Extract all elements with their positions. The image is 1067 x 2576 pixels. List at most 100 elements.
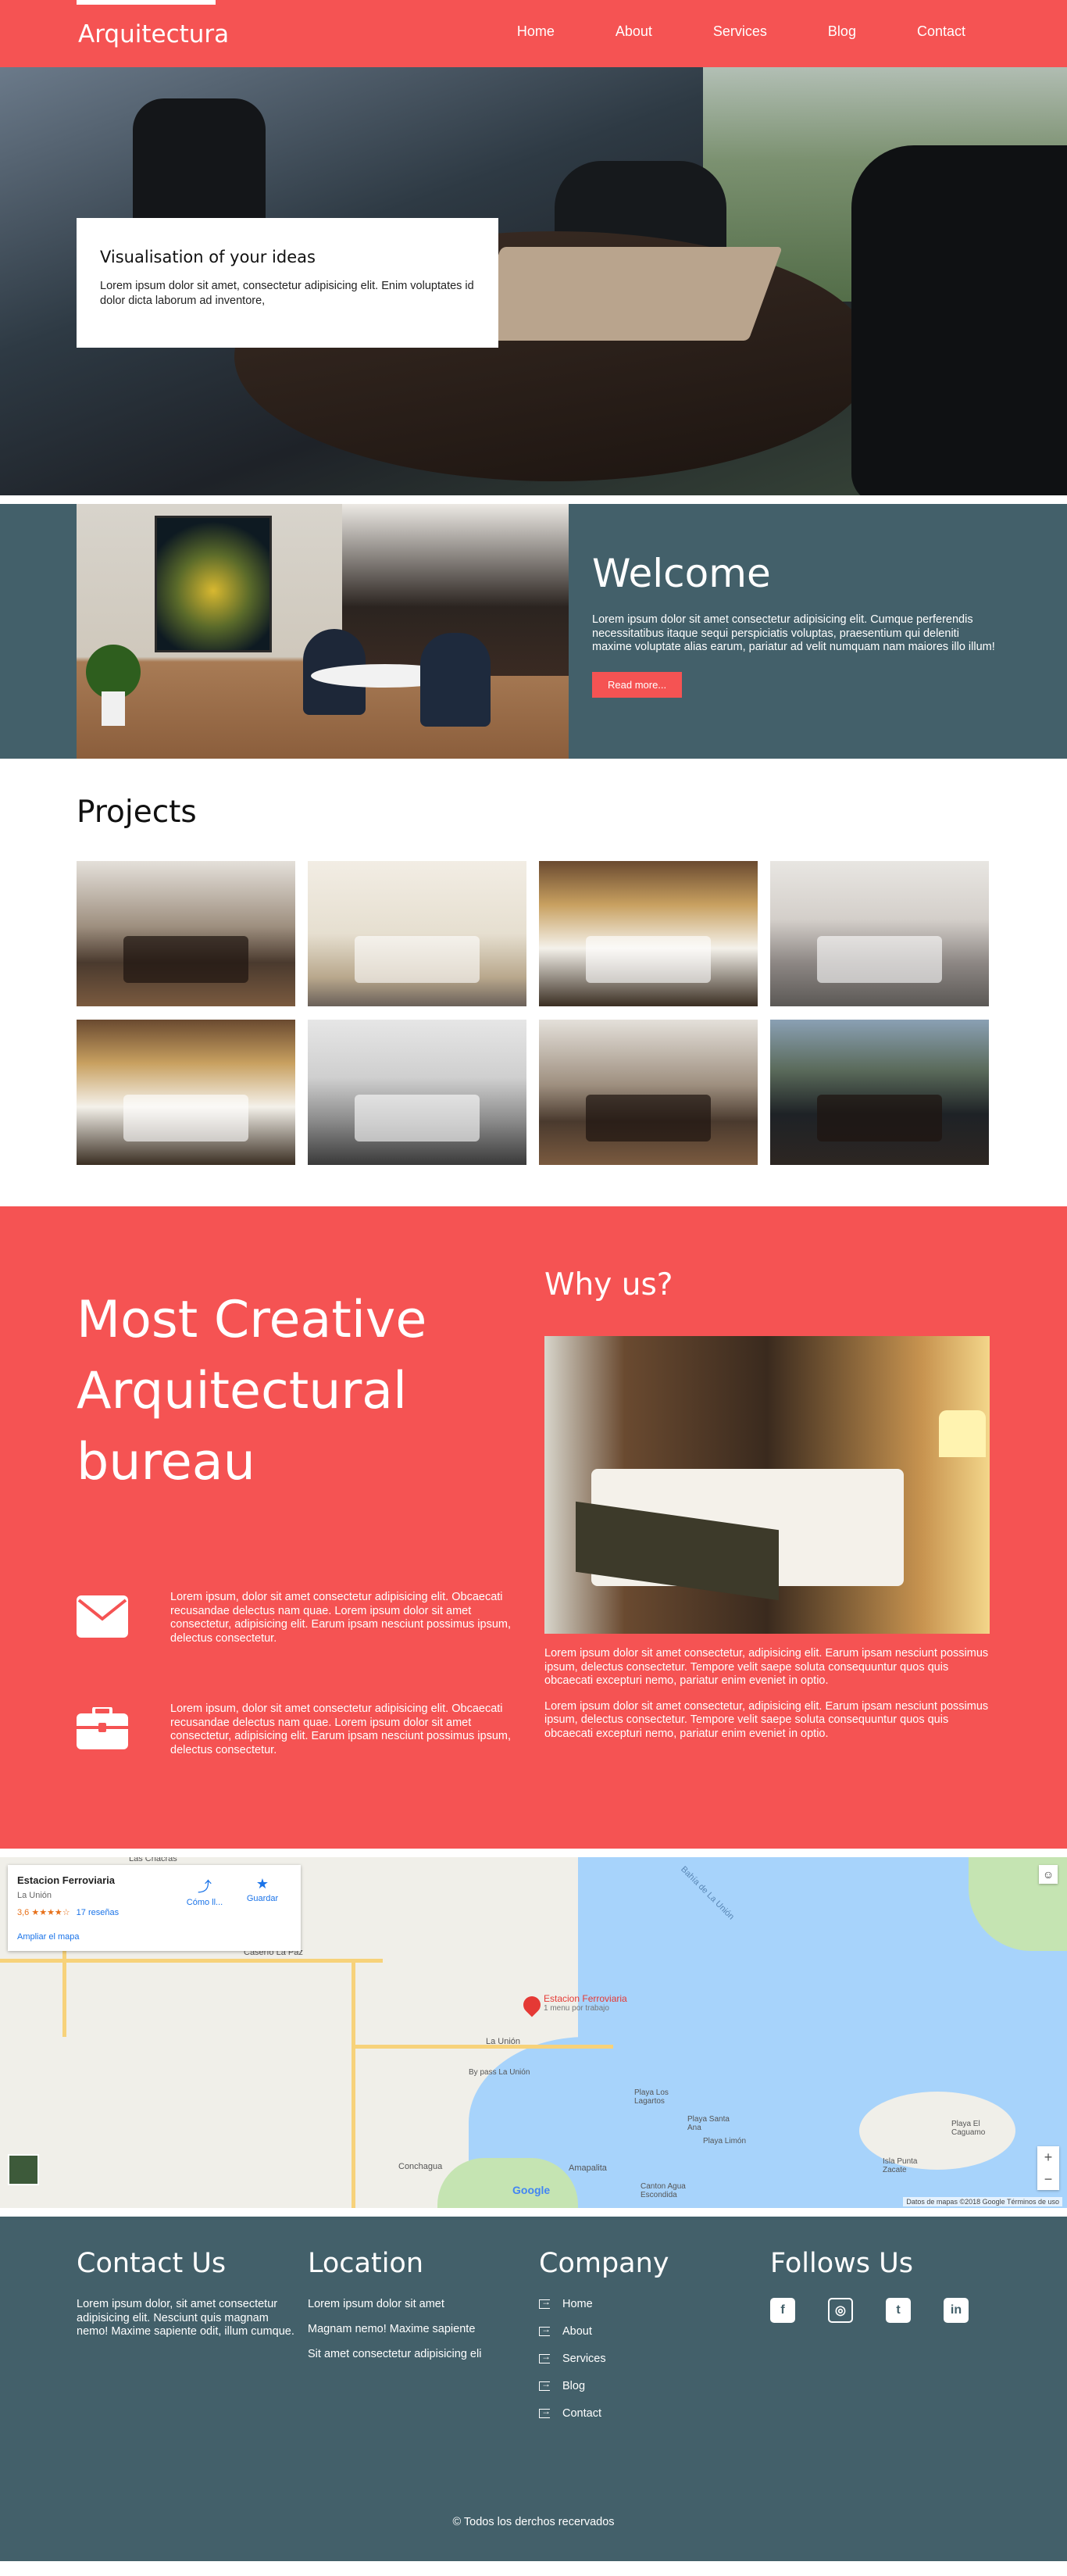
project-thumb-white-bedroom[interactable] [308, 861, 526, 1006]
footer-link-label: Home [562, 2298, 593, 2310]
footer-link-blog[interactable]: Blog [539, 2378, 758, 2392]
google-logo: Google [512, 2184, 551, 2196]
welcome-section: Welcome Lorem ipsum dolor sit amet conse… [0, 504, 1067, 759]
footer-link-label: About [562, 2325, 592, 2338]
star-icon: ★ [255, 1876, 269, 1892]
project-thumb-hotel-bedroom[interactable] [539, 861, 758, 1006]
footer-link-home[interactable]: Home [539, 2296, 758, 2310]
map-green-area [437, 2158, 578, 2208]
project-thumb-dining-room[interactable] [77, 861, 295, 1006]
social-links: f ◎ t in [770, 2298, 989, 2323]
project-thumb-office[interactable] [770, 1020, 989, 1165]
zoom-out-button[interactable]: − [1037, 2168, 1059, 2190]
furniture-image-part [355, 1095, 480, 1142]
bed-image-part [123, 1095, 248, 1142]
zoom-in-button[interactable]: + [1037, 2146, 1059, 2168]
footer-link-label: Services [562, 2353, 606, 2365]
location-line: Lorem ipsum dolor sit amet [308, 2298, 444, 2310]
map-label: Playa Los Lagartos [634, 2088, 669, 2106]
linkedin-icon[interactable]: in [944, 2298, 969, 2323]
footer-company: Company Home About Services Blog Contact [539, 2248, 758, 2435]
footer-location-title: Location [308, 2248, 424, 2279]
enlarge-map-link[interactable]: Ampliar el mapa [17, 1932, 79, 1942]
map-label: By pass La Unión [469, 2068, 530, 2077]
nav-about[interactable]: About [616, 23, 652, 40]
location-line: Sit amet consectetur adipisicing eli [308, 2348, 482, 2360]
map-road [0, 1959, 383, 1963]
nav-home[interactable]: Home [517, 23, 555, 40]
map-pin-icon[interactable] [519, 1992, 544, 2017]
facebook-icon[interactable]: f [770, 2298, 795, 2323]
zoom-control: + − [1037, 2146, 1059, 2190]
footer-contact-title: Contact Us [77, 2248, 227, 2279]
map-section[interactable]: Las Chacras Caserío La Paz La Unión By p… [0, 1849, 1067, 2208]
briefcase-icon [77, 1707, 128, 1749]
creative-section: Most Creative Arquitectural bureau Lorem… [0, 1206, 1067, 1849]
footer-follow: Follows Us f ◎ t in [770, 2248, 989, 2323]
nav-contact[interactable]: Contact [917, 23, 965, 40]
project-thumb-dining-room-2[interactable] [539, 1020, 758, 1165]
map-label: Playa Santa Ana [687, 2115, 730, 2132]
twitter-icon[interactable]: t [886, 2298, 911, 2323]
table-image-part [817, 1095, 942, 1142]
hero-title: Visualisation of your ideas [100, 248, 316, 266]
satellite-toggle[interactable] [8, 2154, 39, 2185]
save-label: Guardar [246, 1894, 279, 1903]
creative-title: Most Creative Arquitectural bureau [77, 1291, 427, 1492]
directions-button[interactable]: ⤴ Cómo ll... [181, 1876, 228, 1907]
chair-image-part [420, 633, 491, 727]
hero-laptop-image [467, 247, 783, 341]
sign-in-icon [539, 2296, 551, 2309]
map-terms[interactable]: Datos de mapas ©2018 Google Términos de … [903, 2197, 1062, 2206]
footer-link-label: Blog [562, 2380, 586, 2392]
map-place-card: Estacion Ferroviaria La Unión 3,6 ★★★★☆ 1… [8, 1865, 301, 1951]
copyright: © Todos los derchos recervados [452, 2516, 615, 2528]
why-us-image [544, 1336, 990, 1634]
envelope-icon [77, 1595, 128, 1638]
hero-card: Visualisation of your ideas Lorem ipsum … [77, 218, 498, 348]
map-pin-label[interactable]: Estacion Ferroviaria [544, 1993, 627, 2004]
project-thumb-living-room[interactable] [770, 861, 989, 1006]
footer-link-label: Contact [562, 2407, 601, 2420]
sign-in-icon [539, 2406, 551, 2418]
footer-link-services[interactable]: Services [539, 2351, 758, 2365]
brand-logo[interactable]: Arquitectura [78, 20, 229, 48]
location-line: Magnam nemo! Maxime sapiente [308, 2323, 476, 2335]
table-image-part [123, 936, 248, 983]
map-label: Conchagua [398, 2162, 443, 2171]
project-thumb-bright-living-room[interactable] [308, 1020, 526, 1165]
projects-title: Projects [77, 795, 197, 830]
map-label: Canton Agua Escondida [641, 2182, 686, 2199]
nav-services[interactable]: Services [713, 23, 767, 40]
hero-text: Lorem ipsum dolor sit amet, consectetur … [100, 280, 474, 307]
footer-company-links: Home About Services Blog Contact [539, 2296, 758, 2420]
street-view-icon[interactable]: ☺ [1039, 1865, 1058, 1884]
map-label: La Unión [486, 2037, 521, 2046]
instagram-icon[interactable]: ◎ [828, 2298, 853, 2323]
map-road [352, 1959, 355, 2208]
footer-link-about[interactable]: About [539, 2324, 758, 2338]
save-button[interactable]: ★ Guardar [239, 1876, 286, 1903]
welcome-image [77, 504, 569, 759]
why-us-title: Why us? [544, 1267, 673, 1302]
map-pin-sublabel: 1 menu por trabajo [544, 2004, 609, 2013]
directions-icon: ⤴ [198, 1879, 212, 1895]
section-divider [0, 495, 1067, 504]
read-more-button[interactable]: Read more... [592, 671, 683, 698]
map-label: Playa Limón [703, 2137, 747, 2145]
reviews-link[interactable]: 17 reseñas [77, 1908, 119, 1917]
welcome-text: Lorem ipsum dolor sit amet consectetur a… [592, 613, 995, 653]
project-thumb-hotel-bedroom-2[interactable] [77, 1020, 295, 1165]
table-image-part [586, 1095, 711, 1142]
nav-blog[interactable]: Blog [828, 23, 856, 40]
sign-in-icon [539, 2378, 551, 2391]
map-road [355, 2045, 613, 2049]
rating-stars: 3,6 ★★★★☆ [17, 1908, 70, 1917]
hero-section: Visualisation of your ideas Lorem ipsum … [0, 67, 1067, 495]
footer: Contact Us Lorem ipsum dolor, sit amet c… [0, 2208, 1067, 2561]
footer-link-contact[interactable]: Contact [539, 2406, 758, 2420]
welcome-title: Welcome [592, 551, 771, 596]
place-rating: 3,6 ★★★★☆ 17 reseñas [17, 1907, 291, 1917]
main-menu: Home About Services Blog Contact [456, 23, 965, 40]
lamp-image-part [939, 1410, 986, 1457]
